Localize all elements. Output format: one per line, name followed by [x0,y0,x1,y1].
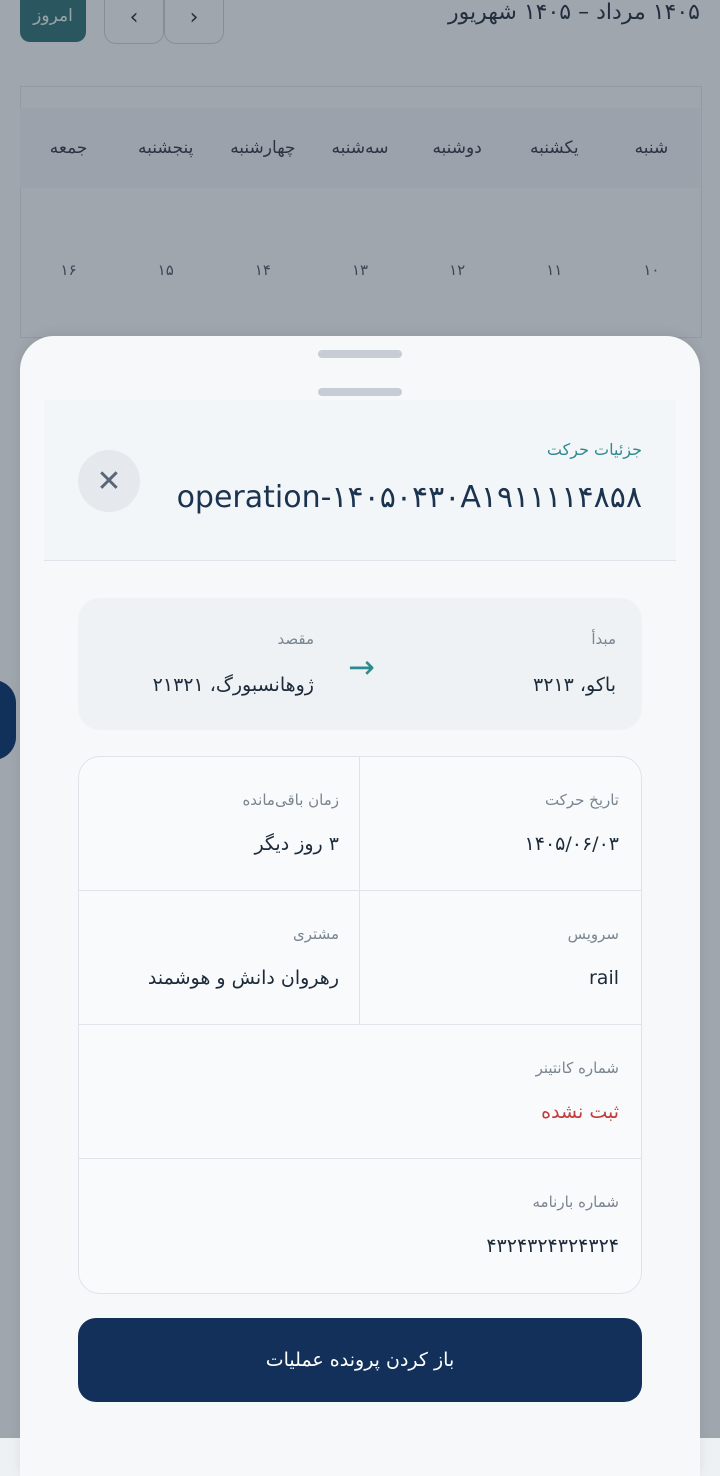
remaining-time-label: زمان باقی‌مانده [242,791,339,809]
departure-date-label: تاریخ حرکت [544,791,619,809]
sheet-eyebrow: جزئیات حرکت [546,440,642,459]
bill-number-label: شماره بارنامه [532,1193,620,1211]
customer-label: مشتری [293,925,339,943]
container-number-value: ثبت نشده [541,1101,619,1123]
customer-cell: مشتری رهروان دانش و هوشمند [148,925,339,989]
service-cell: سرویس rail [568,925,619,989]
container-number-label: شماره کانتینر [535,1059,619,1077]
departure-date-value: ۱۴۰۵/۰۶/۰۳ [524,833,619,855]
bill-number-cell: شماره بارنامه ۴۳۲۴۳۲۴۳۲۴۳۲۴ [486,1193,619,1257]
route-destination: مقصد ژوهانسبورگ، ۲۱۳۲۱ [153,630,314,696]
divider [79,890,641,891]
destination-value: ژوهانسبورگ، ۲۱۳۲۱ [152,674,314,696]
departure-date-cell: تاریخ حرکت ۱۴۰۵/۰۶/۰۳ [525,791,619,855]
container-number-cell: شماره کانتینر ثبت نشده [536,1059,619,1123]
operation-title: operation-۱۴۰۵۰۴۳۰A۱۹۱۱۱۱۴۸۵۸ [176,480,642,515]
drag-handle[interactable] [318,350,402,358]
drag-handle[interactable] [318,388,402,396]
route-card: مبدأ باکو، ۳۲۱۳ → مقصد ژوهانسبورگ، ۲۱۳۲۱ [78,598,642,730]
service-label: سرویس [567,925,619,943]
remaining-time-cell: زمان باقی‌مانده ۳ روز دیگر [242,791,339,855]
bottom-sheet: جزئیات حرکت operation-۱۴۰۵۰۴۳۰A۱۹۱۱۱۱۴۸۵… [20,336,700,1476]
close-icon: ✕ [96,463,122,499]
route-origin: مبدأ باکو، ۳۲۱۳ [533,630,616,696]
bill-number-value: ۴۳۲۴۳۲۴۳۲۴۳۲۴ [486,1235,619,1257]
details-card: تاریخ حرکت ۱۴۰۵/۰۶/۰۳ زمان باقی‌مانده ۳ … [78,756,642,1294]
open-operation-file-button[interactable]: باز کردن پرونده عملیات [78,1318,642,1402]
divider [359,757,360,1025]
divider [79,1158,641,1159]
sheet-header: جزئیات حرکت operation-۱۴۰۵۰۴۳۰A۱۹۱۱۱۱۴۸۵… [44,400,676,561]
divider [79,1024,641,1025]
customer-value: رهروان دانش و هوشمند [147,967,339,989]
arrow-right-icon: → [348,648,375,686]
origin-label: مبدأ [591,630,616,648]
service-value: rail [588,967,619,989]
remaining-time-value: ۳ روز دیگر [254,833,339,855]
destination-label: مقصد [277,630,314,648]
close-button[interactable]: ✕ [78,450,140,512]
origin-value: باکو، ۳۲۱۳ [533,674,616,696]
